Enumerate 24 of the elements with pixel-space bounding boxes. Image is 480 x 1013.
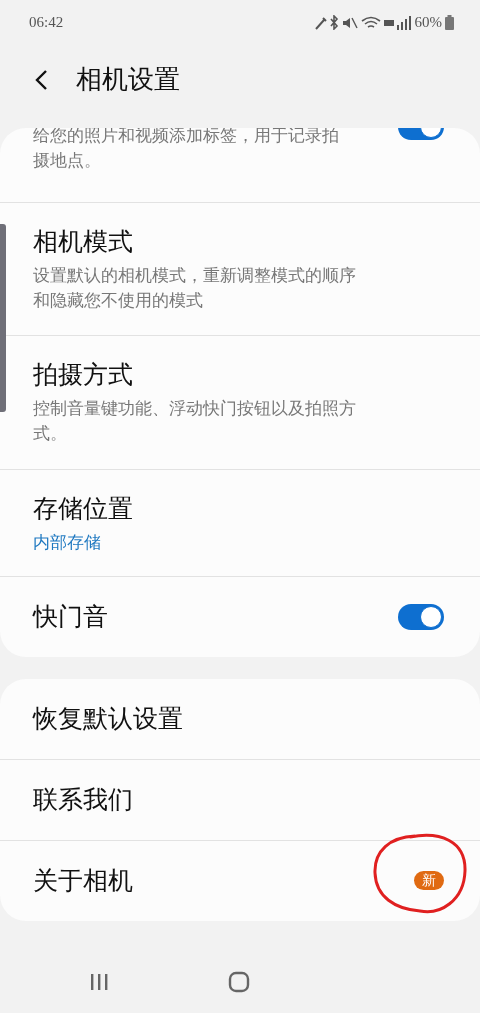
setting-description: 设置默认的相机模式，重新调整模式的顺序和隐藏您不使用的模式 xyxy=(33,265,357,312)
home-icon[interactable] xyxy=(228,971,250,993)
mute-icon xyxy=(341,15,358,30)
setting-title[interactable]: 拍摄方式 xyxy=(33,358,444,392)
setting-title[interactable]: 恢复默认设置 xyxy=(33,702,444,736)
page-title: 相机设置 xyxy=(76,64,180,96)
back-icon[interactable] xyxy=(34,68,48,91)
setting-title[interactable]: 快门音 xyxy=(33,600,398,634)
battery-percent: 60% xyxy=(414,14,442,31)
setting-title[interactable]: 联系我们 xyxy=(33,783,444,817)
toggle-switch[interactable] xyxy=(398,603,444,630)
battery-icon xyxy=(445,15,454,30)
clock: 06:42 xyxy=(29,14,64,31)
setting-title[interactable]: 存储位置 xyxy=(33,491,444,525)
setting-title[interactable]: 关于相机 xyxy=(33,864,414,898)
setting-description: 控制音量键功能、浮动快门按钮以及拍照方式。 xyxy=(33,398,357,445)
setting-title[interactable]: 相机模式 xyxy=(33,225,444,258)
bluetooth-icon xyxy=(329,15,339,30)
new-badge: 新 xyxy=(414,871,444,891)
setting-value: 内部存储 xyxy=(33,531,102,554)
pen-icon xyxy=(314,15,327,30)
recent-apps-icon[interactable] xyxy=(89,972,110,992)
wifi-icon xyxy=(360,15,381,30)
signal-icon xyxy=(396,15,412,30)
